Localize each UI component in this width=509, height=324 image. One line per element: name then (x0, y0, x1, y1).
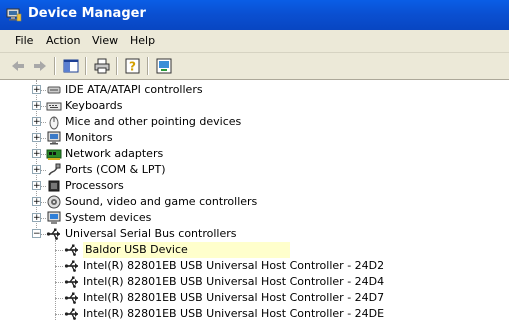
tree-category-label: Mice and other pointing devices (65, 115, 242, 128)
usb-device-label: Intel(R) 82801EB USB Universal Host Cont… (83, 291, 385, 304)
toolbar-separator (54, 57, 56, 75)
tree-line (55, 266, 63, 268)
tree-line (55, 298, 63, 300)
sound-icon (47, 195, 61, 209)
usb-icon (64, 276, 78, 288)
network-adapter-icon (46, 149, 62, 160)
menu-help[interactable]: Help (130, 34, 155, 47)
tree-line (55, 314, 63, 316)
toolbar: ? (0, 53, 509, 80)
device-tree: + IDE ATA/ATAPI controllers + Keyboards + Mic… (0, 80, 509, 324)
title-bar[interactable]: Device Manager (0, 0, 509, 30)
expand-toggle[interactable]: + (32, 213, 41, 223)
tree-category-label: Network adapters (65, 147, 164, 160)
usb-device-label: Intel(R) 82801EB USB Universal Host Cont… (83, 307, 385, 320)
monitor-icon (47, 131, 61, 145)
show-hide-console-tree-icon[interactable] (61, 56, 81, 76)
tree-category-row[interactable]: + Network adapters (0, 146, 509, 162)
tree-category-row[interactable]: + Monitors (0, 130, 509, 146)
tree-category-label: Monitors (65, 131, 113, 144)
usb-icon (64, 260, 78, 272)
ide-controller-icon (47, 86, 61, 94)
tree-category-row[interactable]: + System devices (0, 210, 509, 226)
tree-category-label: Universal Serial Bus controllers (65, 227, 237, 240)
menu-bar: File Action View Help (0, 30, 509, 53)
usb-icon (64, 292, 78, 304)
toolbar-separator (147, 57, 149, 75)
usb-device-label: Intel(R) 82801EB USB Universal Host Cont… (83, 275, 385, 288)
tree-category-row[interactable]: + IDE ATA/ATAPI controllers (0, 82, 509, 98)
usb-device-row[interactable]: Intel(R) 82801EB USB Universal Host Cont… (0, 274, 509, 290)
menu-file[interactable]: File (15, 34, 33, 47)
mouse-icon (49, 116, 59, 130)
tree-category-label: System devices (65, 211, 152, 224)
expand-toggle[interactable]: + (32, 101, 41, 111)
tree-category-row[interactable]: − Universal Serial Bus controllers (0, 226, 509, 242)
toolbar-separator (116, 57, 118, 75)
expand-toggle[interactable]: + (32, 181, 41, 191)
usb-icon (46, 228, 60, 240)
expand-toggle[interactable]: + (32, 133, 41, 143)
tree-category-label: IDE ATA/ATAPI controllers (65, 83, 203, 96)
tree-category-row[interactable]: + Ports (COM & LPT) (0, 162, 509, 178)
usb-device-label: Intel(R) 82801EB USB Universal Host Cont… (83, 259, 385, 272)
expand-toggle[interactable]: + (32, 117, 41, 127)
tree-category-row[interactable]: + Processors (0, 178, 509, 194)
tree-category-label: Keyboards (65, 99, 123, 112)
keyboard-icon (46, 102, 62, 111)
usb-device-row[interactable]: Intel(R) 82801EB USB Universal Host Cont… (0, 290, 509, 306)
computer-properties-icon[interactable] (154, 56, 174, 76)
toolbar-separator (85, 57, 87, 75)
menu-action[interactable]: Action (46, 34, 80, 47)
selected-device-label: Baldor USB Device (83, 242, 290, 258)
expand-toggle[interactable]: + (32, 149, 41, 159)
port-icon (48, 163, 61, 176)
expand-toggle[interactable]: + (32, 197, 41, 207)
device-manager-icon (6, 8, 22, 22)
processor-icon (48, 180, 60, 192)
print-icon[interactable] (92, 56, 112, 76)
usb-device-row[interactable]: Intel(R) 82801EB USB Universal Host Cont… (0, 258, 509, 274)
usb-icon (64, 308, 78, 320)
menu-view[interactable]: View (92, 34, 118, 47)
help-icon[interactable]: ? (123, 56, 143, 76)
usb-device-row[interactable]: Intel(R) 82801EB USB Universal Host Cont… (0, 306, 509, 322)
usb-device-row[interactable]: Baldor USB Device (0, 242, 509, 258)
collapse-toggle[interactable]: − (32, 229, 41, 239)
tree-category-label: Sound, video and game controllers (65, 195, 258, 208)
tree-line (55, 282, 63, 284)
tree-category-row[interactable]: + Sound, video and game controllers (0, 194, 509, 210)
expand-toggle[interactable]: + (32, 165, 41, 175)
window-title: Device Manager (28, 6, 146, 21)
tree-category-label: Processors (65, 179, 124, 192)
forward-icon[interactable] (30, 56, 50, 76)
system-devices-icon (47, 211, 61, 224)
svg-text:?: ? (129, 60, 136, 74)
expand-toggle[interactable]: + (32, 85, 41, 95)
tree-line (55, 250, 63, 252)
tree-category-row[interactable]: + Keyboards (0, 98, 509, 114)
back-icon[interactable] (8, 56, 28, 76)
usb-icon (64, 244, 78, 256)
tree-category-label: Ports (COM & LPT) (65, 163, 166, 176)
tree-category-row[interactable]: + Mice and other pointing devices (0, 114, 509, 130)
